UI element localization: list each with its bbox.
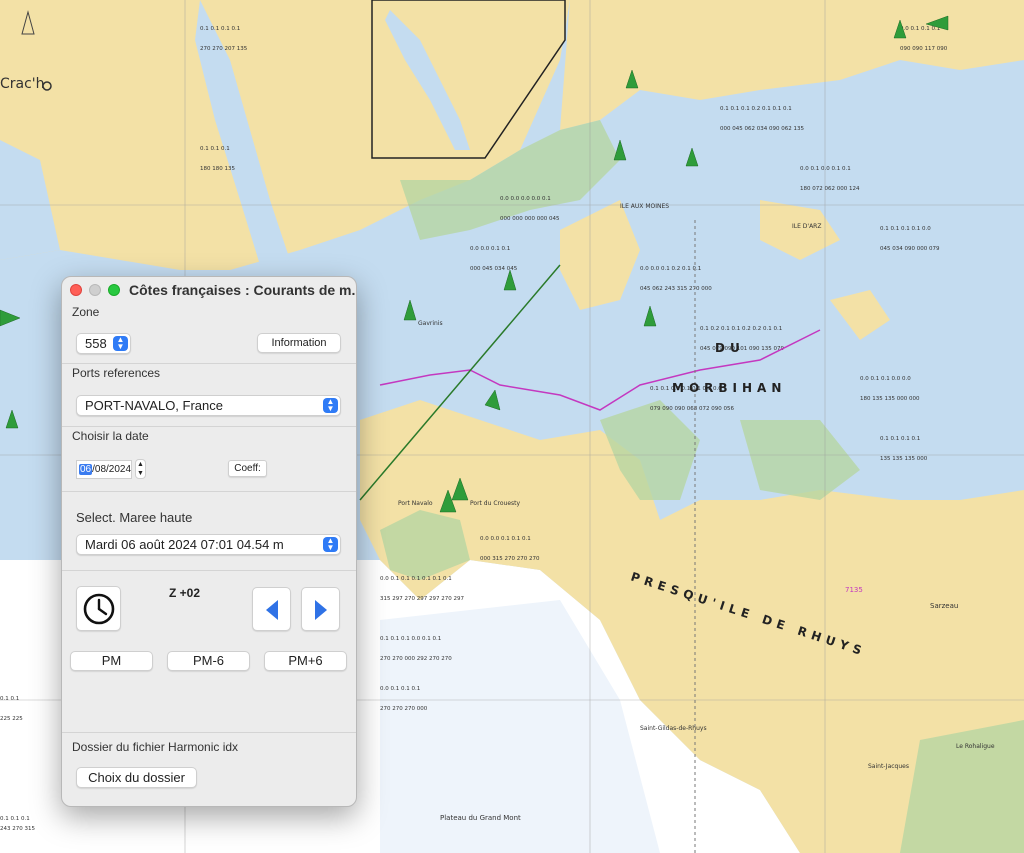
stepper-up-icon[interactable]: ▲ — [136, 460, 145, 469]
window-titlebar[interactable]: Côtes françaises : Courants de m... — [62, 277, 356, 303]
svg-text:0.0 0.1 0.1 0.0 0.0: 0.0 0.1 0.1 0.0 0.0 — [860, 376, 911, 382]
svg-text:0.1 0.2 0.1 0.1 0.2 0.2 0.1 0.: 0.1 0.2 0.1 0.1 0.2 0.2 0.1 0.1 — [700, 326, 782, 332]
tide-value: Mardi 06 août 2024 07:01 04.54 m — [85, 537, 284, 552]
svg-text:0.0 0.0 0.0 0.0 0.1: 0.0 0.0 0.0 0.0 0.1 — [500, 196, 551, 202]
svg-text:0.0 0.1 0.1 0.1: 0.0 0.1 0.1 0.1 — [380, 686, 420, 692]
svg-text:135 135 135 000: 135 135 135 000 — [880, 456, 928, 462]
place-ile-darz: ILE D'ARZ — [792, 223, 821, 230]
currents-panel-window[interactable]: Côtes françaises : Courants de m... Zone… — [61, 276, 357, 807]
window-title: Côtes françaises : Courants de m... — [129, 282, 357, 298]
svg-text:079 090 090 068 072 090 056: 079 090 090 068 072 090 056 — [650, 406, 734, 412]
place-sarzeau: Sarzeau — [930, 602, 958, 610]
separator — [62, 491, 356, 492]
clock-icon — [83, 593, 114, 625]
route-number: 7135 — [845, 586, 863, 594]
svg-text:0.0 0.1 0.0 0.1 0.1: 0.0 0.1 0.0 0.1 0.1 — [800, 166, 851, 172]
svg-text:180 135 135 000 000: 180 135 135 000 000 — [860, 396, 920, 402]
date-stepper[interactable]: ▲ ▼ — [135, 459, 146, 479]
svg-text:000 045 062 034 090 062 135: 000 045 062 034 090 062 135 — [720, 126, 804, 132]
place-gavrinis: Gavrinis — [418, 320, 443, 327]
separator — [62, 732, 356, 733]
close-window-button[interactable] — [70, 284, 82, 296]
svg-text:270 270 207 135: 270 270 207 135 — [200, 46, 248, 52]
svg-text:180 180 135: 180 180 135 — [200, 166, 235, 172]
svg-text:0.0 0.0 0.1 0.2 0.1 0.1: 0.0 0.0 0.1 0.2 0.1 0.1 — [640, 266, 701, 272]
svg-text:243 270 315: 243 270 315 — [0, 826, 35, 832]
svg-text:090 090 117 090: 090 090 117 090 — [900, 46, 948, 52]
pm-button[interactable]: PM — [70, 651, 153, 671]
svg-text:045 062 243 315 270 000: 045 062 243 315 270 000 — [640, 286, 712, 292]
place-morbihan: MORBIHAN — [672, 381, 786, 395]
chevron-updown-icon: ▲ ▼ — [323, 537, 338, 552]
triangle-left-icon — [265, 600, 278, 620]
place-crouesty: Port du Crouesty — [470, 500, 520, 507]
svg-text:000 000 000 000 045: 000 000 000 000 045 — [500, 216, 560, 222]
svg-text:0.1 0.1 0.1 0.1: 0.1 0.1 0.1 0.1 — [880, 436, 920, 442]
svg-text:0.1 0.1: 0.1 0.1 — [0, 696, 19, 702]
svg-text:0.0 0.0 0.1 0.1 0.1: 0.0 0.0 0.1 0.1 0.1 — [480, 536, 531, 542]
place-st-jacques: Saint-Jacques — [868, 763, 909, 770]
svg-text:0.1 0.1 0.1 0.0 0.1 0.1: 0.1 0.1 0.1 0.0 0.1 0.1 — [380, 636, 441, 642]
pm-minus-6-button[interactable]: PM-6 — [167, 651, 250, 671]
zone-label: Zone — [72, 305, 100, 319]
svg-text:0.1 0.1 0.1: 0.1 0.1 0.1 — [200, 146, 230, 152]
svg-text:225 225: 225 225 — [0, 716, 23, 722]
timezone-offset: Z +02 — [169, 586, 201, 600]
place-du: DU — [715, 341, 745, 355]
svg-text:0.1 0.1 0.1 0.1: 0.1 0.1 0.1 0.1 — [200, 26, 240, 32]
port-select[interactable]: PORT-NAVALO, France ▲ ▼ — [76, 395, 341, 416]
svg-text:0.0 0.1 0.1 0.1 0.1 0.1 0.1: 0.0 0.1 0.1 0.1 0.1 0.1 0.1 — [380, 576, 452, 582]
minimize-window-button[interactable] — [89, 284, 101, 296]
tide-select[interactable]: Mardi 06 août 2024 07:01 04.54 m ▲ ▼ — [76, 534, 341, 555]
choose-folder-button[interactable]: Choix du dossier — [76, 767, 197, 788]
place-ile-aux-moines: ILE AUX MOINES — [620, 203, 669, 210]
stepper-down-icon[interactable]: ▼ — [136, 469, 145, 478]
pm-plus-6-button[interactable]: PM+6 — [264, 651, 347, 671]
svg-text:270 270 000 292 270 270: 270 270 000 292 270 270 — [380, 656, 452, 662]
place-st-gildas: Saint-Gildas-de-Rhuys — [640, 725, 707, 732]
separator — [62, 426, 356, 427]
triangle-right-icon — [314, 600, 327, 620]
select-tide-label: Select. Maree haute — [76, 510, 193, 525]
next-step-button[interactable] — [301, 587, 340, 631]
zone-select[interactable]: 558 ▲ ▼ — [76, 333, 131, 354]
zone-value: 558 — [85, 336, 107, 351]
place-crach: Crac'h — [0, 76, 45, 92]
place-plateau: Plateau du Grand Mont — [440, 814, 521, 822]
svg-text:0.0 0.0 0.1 0.1: 0.0 0.0 0.1 0.1 — [470, 246, 510, 252]
svg-text:315 297 270 297 297 270 297: 315 297 270 297 297 270 297 — [380, 596, 464, 602]
current-time-button[interactable] — [76, 586, 121, 631]
date-day-selected[interactable]: 06 — [79, 464, 93, 475]
date-field[interactable]: 06/08/2024 — [76, 460, 132, 479]
svg-text:0.0 0.1 0.1 0.1: 0.0 0.1 0.1 0.1 — [900, 26, 940, 32]
previous-step-button[interactable] — [252, 587, 291, 631]
chevron-updown-icon: ▲ ▼ — [113, 336, 128, 351]
svg-text:0.1 0.1 0.1 0.2 0.1 0.1 0.1: 0.1 0.1 0.1 0.2 0.1 0.1 0.1 — [720, 106, 792, 112]
ports-label: Ports references — [72, 366, 161, 380]
separator — [62, 363, 356, 364]
information-button[interactable]: Information — [257, 333, 341, 353]
separator — [62, 570, 356, 571]
svg-text:0.1 0.1 0.1 0.1 0.0: 0.1 0.1 0.1 0.1 0.0 — [880, 226, 931, 232]
coeff-label: Coeff: — [228, 460, 267, 477]
svg-text:270 270 270 000: 270 270 270 000 — [380, 706, 428, 712]
folder-label: Dossier du fichier Harmonic idx — [72, 740, 239, 754]
date-label: Choisir la date — [72, 429, 149, 443]
date-rest: /08/2024 — [92, 464, 132, 475]
place-rohaligue: Le Rohaligue — [956, 743, 995, 750]
svg-text:0.1 0.1 0.1: 0.1 0.1 0.1 — [0, 816, 30, 822]
chevron-updown-icon: ▲ ▼ — [323, 398, 338, 413]
zoom-window-button[interactable] — [108, 284, 120, 296]
svg-text:180 072 062 000 124: 180 072 062 000 124 — [800, 186, 860, 192]
port-value: PORT-NAVALO, France — [85, 398, 223, 413]
place-port-navalo: Port Navalo — [398, 500, 433, 507]
svg-text:045 034 090 000 079: 045 034 090 000 079 — [880, 246, 940, 252]
svg-text:000 315 270 270 270: 000 315 270 270 270 — [480, 556, 540, 562]
